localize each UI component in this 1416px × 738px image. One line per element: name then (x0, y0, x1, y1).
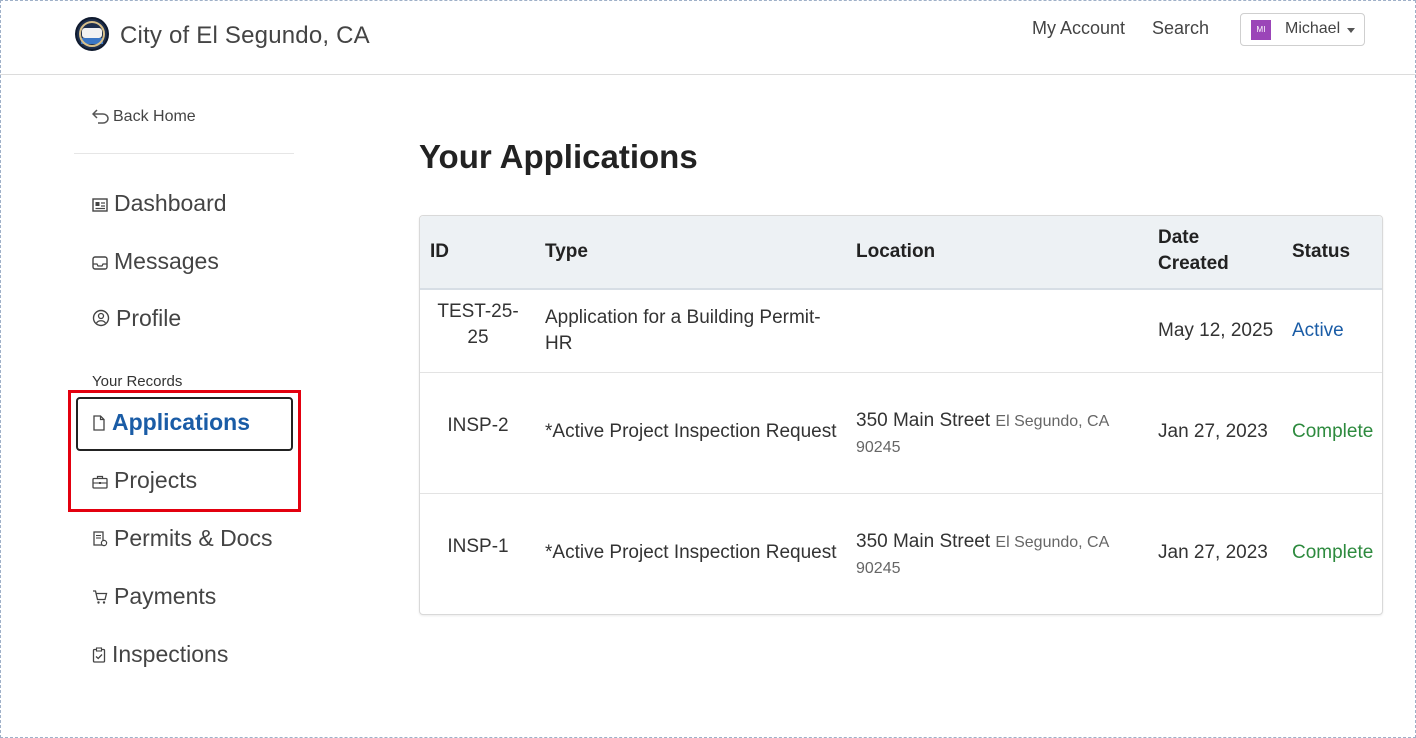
top-navbar: City of El Segundo, CA My Account Search… (0, 0, 1416, 75)
user-menu-button[interactable]: MI Michael (1240, 13, 1365, 46)
undo-arrow-icon (91, 109, 109, 124)
caret-down-icon (1347, 28, 1355, 33)
site-brand[interactable]: City of El Segundo, CA (120, 22, 370, 50)
sidebar-item-profile[interactable]: Profile (92, 305, 181, 332)
column-header-location[interactable]: Location (856, 239, 935, 265)
applications-table: ID Type Location Date Created Status TES… (419, 215, 1383, 615)
column-header-date-line1: Date (1158, 227, 1200, 248)
avatar: MI (1251, 20, 1271, 40)
search-link[interactable]: Search (1152, 18, 1209, 39)
user-circle-icon (92, 309, 110, 327)
cell-type-line1: Application for a Building Permit- (545, 307, 821, 328)
cell-type: Application for a Building Permit- HR (545, 305, 821, 357)
sidebar-item-label: Profile (116, 305, 182, 331)
location-zip: 90245 (856, 439, 901, 456)
cell-location: 350 Main Street El Segundo, CA 90245 (856, 408, 1109, 461)
highlight-annotation (68, 390, 301, 512)
sidebar-item-dashboard[interactable]: Dashboard (92, 190, 227, 217)
column-header-status[interactable]: Status (1292, 239, 1350, 265)
cell-date: Jan 27, 2023 (1158, 542, 1268, 563)
table-row[interactable]: INSP-1 *Active Project Inspection Reques… (420, 494, 1382, 614)
cell-id[interactable]: INSP-2 (423, 413, 533, 439)
sidebar-item-label: Dashboard (114, 190, 227, 216)
inbox-icon (92, 256, 108, 270)
sidebar-divider (74, 153, 294, 154)
sidebar-item-label: Payments (114, 583, 217, 609)
your-records-heading: Your Records (92, 373, 183, 390)
cell-type: *Active Project Inspection Request (545, 421, 837, 442)
status-badge: Active (1292, 320, 1344, 341)
back-home-label: Back Home (113, 108, 196, 125)
cell-id-line2: 25 (467, 327, 489, 348)
cell-type: *Active Project Inspection Request (545, 542, 837, 563)
status-badge: Complete (1292, 542, 1374, 563)
location-city: El Segundo, CA (995, 413, 1110, 430)
table-row[interactable]: INSP-2 *Active Project Inspection Reques… (420, 373, 1382, 494)
dashboard-icon (92, 198, 108, 212)
back-home-link[interactable]: Back Home (91, 108, 196, 126)
table-header: ID Type Location Date Created Status (420, 216, 1382, 290)
cart-icon (93, 590, 108, 604)
sidebar-item-payments[interactable]: Payments (92, 583, 216, 610)
sidebar-item-inspections[interactable]: Inspections (92, 641, 228, 668)
sidebar-item-label: Permits & Docs (114, 525, 273, 551)
column-header-date-line2: Created (1158, 253, 1229, 274)
my-account-link[interactable]: My Account (1032, 18, 1125, 39)
cell-date: May 12, 2025 (1158, 320, 1274, 341)
clipboard-check-icon (92, 647, 106, 663)
cell-id-line1: TEST-25- (437, 301, 519, 322)
cell-id[interactable]: TEST-25- 25 (423, 299, 533, 351)
cell-date: Jan 27, 2023 (1158, 421, 1268, 442)
table-row[interactable]: TEST-25- 25 Application for a Building P… (420, 290, 1382, 373)
location-city: El Segundo, CA (995, 534, 1110, 551)
user-name: Michael (1285, 20, 1341, 37)
location-street: 350 Main Street (856, 410, 991, 431)
location-zip: 90245 (856, 560, 901, 577)
column-header-id[interactable]: ID (430, 239, 449, 265)
status-badge: Complete (1292, 421, 1374, 442)
page-title: Your Applications (419, 138, 698, 175)
location-street: 350 Main Street (856, 531, 991, 552)
cell-location: 350 Main Street El Segundo, CA 90245 (856, 529, 1109, 582)
cell-id[interactable]: INSP-1 (423, 534, 533, 560)
column-header-date-created[interactable]: Date Created (1158, 225, 1229, 277)
cell-type-line2: HR (545, 333, 573, 354)
sidebar-item-messages[interactable]: Messages (92, 248, 219, 275)
sidebar-item-permits-docs[interactable]: Permits & Docs (92, 525, 272, 552)
city-seal-logo[interactable] (75, 17, 109, 51)
sidebar-item-label: Inspections (112, 641, 229, 667)
document-icon (93, 531, 108, 547)
column-header-type[interactable]: Type (545, 239, 588, 265)
sidebar-item-label: Messages (114, 248, 219, 274)
